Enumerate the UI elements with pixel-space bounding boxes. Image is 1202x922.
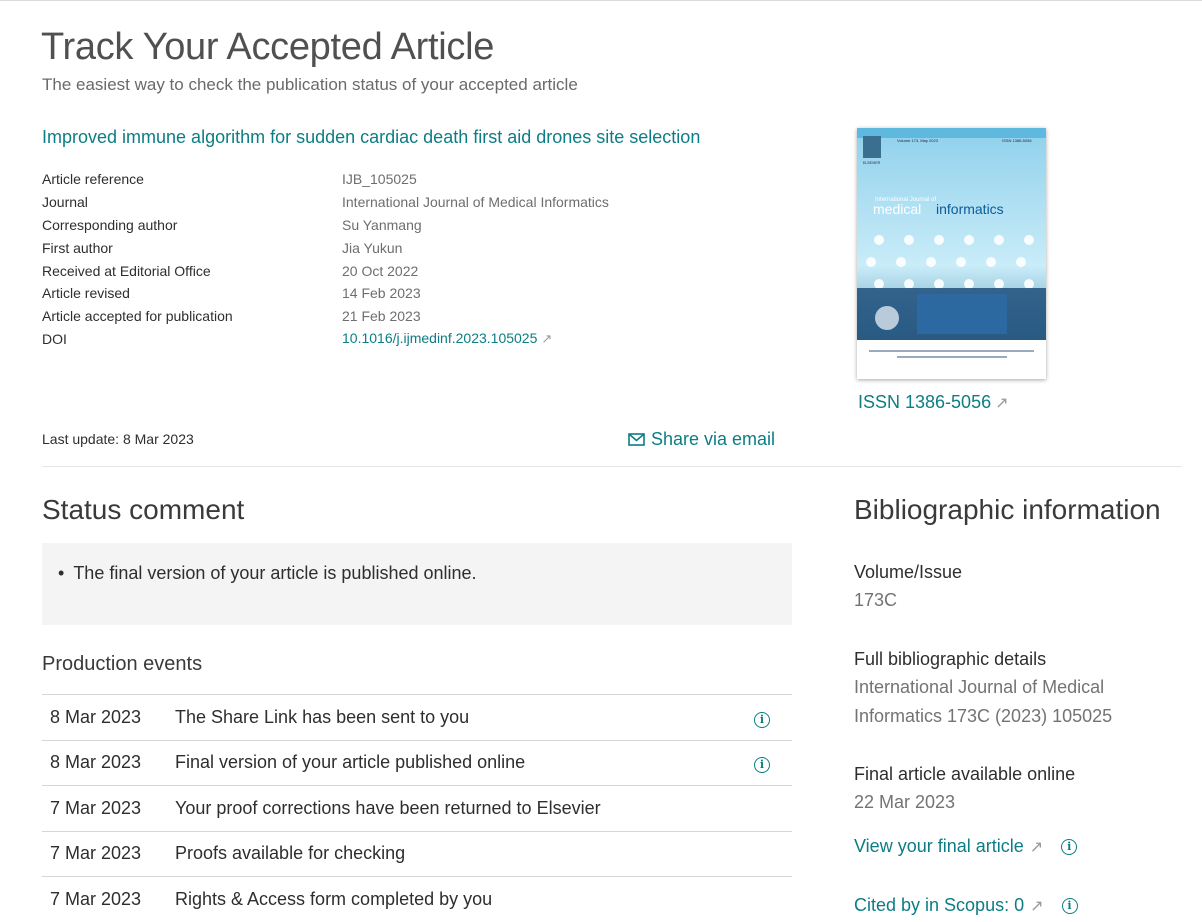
detail-label: DOI [42, 330, 67, 347]
table-row: 7 Mar 2023 Rights & Access form complete… [42, 876, 792, 922]
journal-cover-art: Volume 173, May 2023 ISSN 1386-5056 ELSE… [857, 128, 1046, 379]
issn-link-text: ISSN 1386-5056 [858, 392, 992, 412]
external-link-icon: ↗ [1029, 838, 1044, 856]
cited-by-scopus-link[interactable]: Cited by in Scopus: 0 ↗ i [854, 895, 1078, 916]
event-text: Your proof corrections have been returne… [175, 785, 732, 831]
detail-label: Article accepted for publication [42, 308, 233, 325]
detail-value: Su Yanmang [342, 216, 422, 233]
doi-link[interactable]: 10.1016/j.ijmedinf.2023.105025 ↗ [342, 330, 552, 347]
share-via-email-label: Share via email [651, 429, 776, 449]
bib-online-value: 22 Mar 2023 [854, 792, 956, 812]
bib-online-label: Final article available online [854, 764, 1076, 784]
page-title: Track Your Accepted Article [41, 26, 495, 68]
detail-value: 21 Feb 2023 [342, 308, 421, 325]
table-row: 7 Mar 2023 Your proof corrections have b… [42, 785, 792, 831]
issn-link[interactable]: ISSN 1386-5056 ↗ [858, 392, 1009, 413]
detail-value: IJB_105025 [342, 171, 417, 188]
bib-final-online: Final article available online 22 Mar 20… [854, 760, 1075, 817]
bib-full-value-line2: Informatics 173C (2023) 105025 [854, 706, 1113, 726]
detail-value: International Journal of Medical Informa… [342, 194, 609, 211]
status-comment-heading: Status comment [42, 494, 245, 525]
publisher-logo [863, 136, 881, 158]
page-subtitle: The easiest way to check the publication… [42, 75, 578, 94]
bib-full-label: Full bibliographic details [854, 649, 1047, 669]
detail-value: 14 Feb 2023 [342, 285, 421, 302]
table-row: 7 Mar 2023 Proofs available for checking [42, 830, 792, 877]
detail-value: Jia Yukun [342, 239, 403, 256]
cited-by-scopus-label: Cited by in Scopus: 0 [854, 895, 1025, 915]
bib-volume-value: 173C [854, 590, 898, 610]
detail-label: Corresponding author [42, 216, 178, 233]
event-text: The Share Link has been sent to you [175, 694, 732, 740]
view-final-article-link[interactable]: View your final article ↗ i [854, 836, 1078, 857]
production-events-heading: Production events [42, 653, 203, 675]
external-link-icon: ↗ [995, 395, 1009, 412]
event-text: Proofs available for checking [175, 830, 732, 877]
article-details: Article reference IJB_105025 Journal Int… [42, 168, 609, 350]
bib-full-value-line1: International Journal of Medical [854, 677, 1105, 697]
detail-label: First author [42, 239, 113, 256]
cover-word-informatics: informatics [936, 201, 1004, 217]
production-events-table: 8 Mar 2023 The Share Link has been sent … [42, 694, 792, 922]
envelope-icon [628, 433, 645, 446]
detail-row-corresponding-author: Corresponding author Su Yanmang [42, 214, 609, 237]
detail-row-first-author: First author Jia Yukun [42, 236, 609, 259]
last-update: Last update: 8 Mar 2023 [42, 431, 194, 447]
info-icon[interactable]: i [1061, 838, 1078, 855]
last-update-label: Last update: [42, 431, 120, 447]
detail-label: Journal [42, 194, 88, 211]
detail-value: 20 Oct 2022 [342, 262, 419, 279]
detail-label: Received at Editorial Office [42, 262, 211, 279]
detail-row-revised: Article revised 14 Feb 2023 [42, 282, 609, 305]
status-comment-item: The final version of your article is pub… [58, 563, 776, 584]
view-final-article-label: View your final article [854, 836, 1024, 856]
detail-row-reference: Article reference IJB_105025 [42, 168, 609, 191]
event-text: Rights & Access form completed by you [175, 876, 732, 922]
table-row: 8 Mar 2023 The Share Link has been sent … [42, 694, 792, 740]
info-icon[interactable]: i [754, 711, 770, 728]
detail-row-received: Received at Editorial Office 20 Oct 2022 [42, 259, 609, 282]
detail-row-doi: DOI 10.1016/j.ijmedinf.2023.105025 ↗ [42, 328, 609, 351]
cover-volume-line: Volume 173, May 2023 [897, 138, 939, 143]
status-comment-list: The final version of your article is pub… [58, 563, 776, 584]
journal-cover-image[interactable]: Volume 173, May 2023 ISSN 1386-5056 ELSE… [857, 128, 1046, 379]
event-date: 8 Mar 2023 [42, 694, 175, 740]
detail-label: Article revised [42, 285, 130, 302]
info-icon[interactable]: i [1061, 897, 1078, 914]
bib-full-details: Full bibliographic details International… [854, 645, 1112, 731]
event-text: Final version of your article published … [175, 739, 732, 786]
detail-row-accepted: Article accepted for publication 21 Feb … [42, 305, 609, 328]
detail-label: Article reference [42, 171, 144, 188]
cover-publisher: ELSEVIER [863, 161, 881, 165]
status-comment-box: The final version of your article is pub… [42, 543, 792, 625]
table-row: 8 Mar 2023 Final version of your article… [42, 739, 792, 786]
info-icon[interactable]: i [754, 757, 770, 774]
cover-issn-line: ISSN 1386-5056 [1002, 138, 1032, 143]
event-date: 7 Mar 2023 [42, 876, 175, 922]
bib-volume-label: Volume/Issue [854, 562, 963, 582]
event-date: 7 Mar 2023 [42, 830, 175, 877]
article-title-link[interactable]: Improved immune algorithm for sudden car… [42, 127, 700, 148]
external-link-icon: ↗ [1030, 897, 1044, 915]
share-via-email-button[interactable]: Share via email [628, 429, 775, 450]
section-divider [42, 466, 1182, 467]
detail-row-journal: Journal International Journal of Medical… [42, 191, 609, 214]
top-border [0, 0, 1202, 4]
cover-word-medical: medical [873, 201, 921, 217]
bibliographic-information-heading: Bibliographic information [854, 494, 1161, 525]
event-date: 7 Mar 2023 [42, 785, 175, 831]
doi-link-text: 10.1016/j.ijmedinf.2023.105025 [342, 330, 538, 347]
bib-volume-issue: Volume/Issue 173C [854, 558, 962, 615]
external-link-icon: ↗ [541, 331, 553, 347]
event-date: 8 Mar 2023 [42, 739, 175, 786]
last-update-value: 8 Mar 2023 [122, 431, 194, 447]
